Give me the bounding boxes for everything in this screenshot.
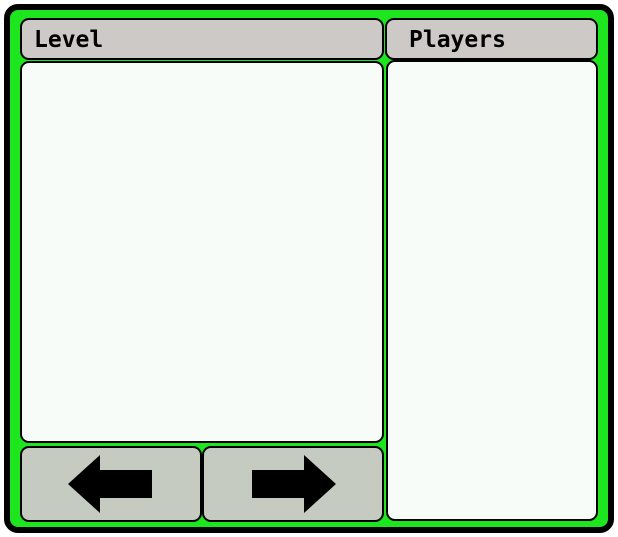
arrow-left-icon bbox=[68, 455, 152, 513]
players-title: Players bbox=[409, 26, 506, 53]
level-title: Level bbox=[34, 26, 104, 53]
level-panel-header: Level bbox=[20, 18, 384, 60]
players-panel-header: Players bbox=[385, 18, 598, 60]
previous-level-button[interactable] bbox=[20, 446, 202, 522]
level-list[interactable] bbox=[20, 61, 384, 443]
players-list[interactable] bbox=[386, 60, 598, 521]
arrow-right-icon bbox=[252, 455, 336, 513]
next-level-button[interactable] bbox=[202, 446, 384, 522]
